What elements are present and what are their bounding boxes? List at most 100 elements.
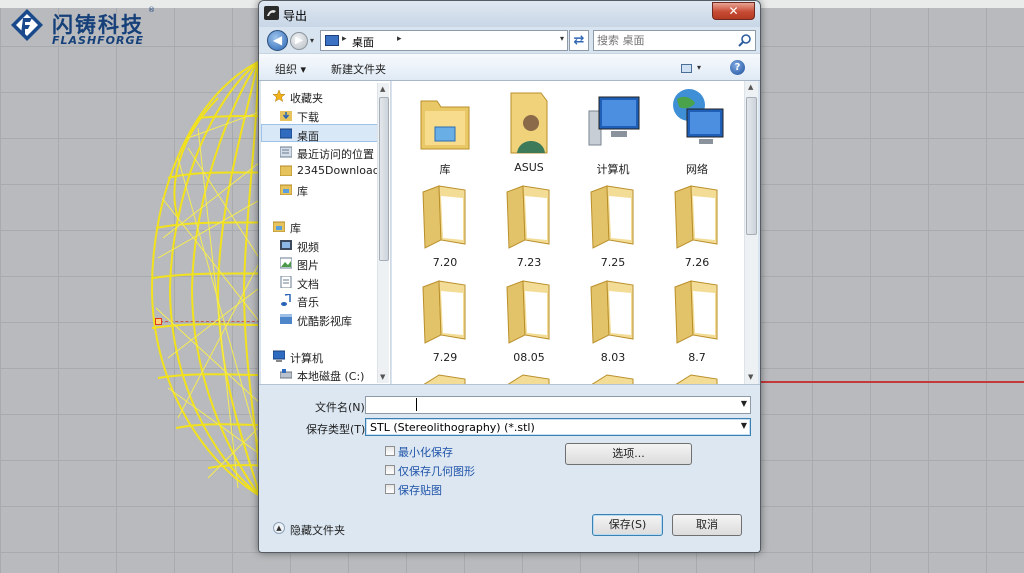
music-icon (280, 293, 292, 306)
navigation-scrollbar[interactable]: ▲ ▼ (377, 83, 389, 383)
media-library-icon (280, 313, 292, 325)
file-item-folder-8-03[interactable]: 8.03 (574, 273, 652, 368)
address-bar[interactable]: ▸ 桌面 ▸ ▾ (320, 30, 568, 51)
file-item-folder-7-25[interactable]: 7.25 (574, 178, 652, 273)
downloads-folder-icon (280, 109, 292, 121)
chevron-down-icon[interactable]: ▼ (741, 399, 747, 408)
nav-downloads[interactable]: 下载 (261, 106, 381, 124)
desktop-icon (279, 128, 293, 140)
nav-label: 图片 (297, 259, 319, 272)
file-item-label: 7.29 (432, 351, 458, 364)
forward-button[interactable]: ▶ (290, 32, 308, 50)
file-item-folder-08-05[interactable]: 08.05 (490, 273, 568, 368)
folder-icon (590, 280, 634, 344)
address-row: ◀ ▶ ▾ ▸ 桌面 ▸ ▾ ⇄ (259, 27, 760, 53)
file-item-folder-7-26[interactable]: 7.26 (658, 178, 736, 273)
refresh-button[interactable]: ⇄ (569, 30, 589, 51)
folder-icon[interactable] (669, 371, 725, 384)
filename-input[interactable] (369, 398, 729, 412)
file-item-folder-7-23[interactable]: 7.23 (490, 178, 568, 273)
nav-label: 2345Downloads (297, 164, 386, 177)
nav-pictures[interactable]: 图片 (261, 254, 381, 272)
nav-recent-places[interactable]: 最近访问的位置 (261, 143, 381, 161)
nav-library-shortcut[interactable]: 库 (261, 180, 381, 198)
breadcrumb-separator[interactable]: ▸ (342, 34, 347, 44)
scroll-up-icon[interactable]: ▲ (748, 83, 753, 91)
breadcrumb-separator[interactable]: ▸ (397, 34, 402, 44)
options-button[interactable]: 选项... (565, 443, 692, 465)
checkbox-box[interactable] (385, 484, 395, 494)
scroll-up-icon[interactable]: ▲ (380, 85, 385, 93)
nav-local-disk-c[interactable]: 本地磁盘 (C:) (261, 365, 381, 383)
scroll-thumb[interactable] (379, 97, 389, 261)
file-list-scrollbar[interactable]: ▲ ▼ (744, 81, 758, 384)
nav-computer[interactable]: 计算机 (261, 347, 381, 365)
file-item-asus[interactable]: ASUS (490, 83, 568, 178)
organize-button[interactable]: 组织 ▾ (275, 61, 306, 77)
history-dropdown-icon[interactable]: ▾ (310, 36, 314, 45)
nav-youku-library[interactable]: 优酷影视库 (261, 310, 381, 328)
file-item-folder-7-20[interactable]: 7.20 (406, 178, 484, 273)
file-list-pane: 库 ASUS 计算机 网络 7.20 7.23 7.25 7.26 7.29 0… (392, 81, 758, 384)
back-button[interactable]: ◀ (267, 30, 288, 51)
folder-icon (279, 164, 293, 177)
search-input[interactable] (597, 33, 732, 48)
checkbox-box[interactable] (385, 465, 395, 475)
export-dialog: 导出 ✕ ◀ ▶ ▾ ▸ 桌面 ▸ ▾ ⇄ 组织 ▾ 新建文件夹 ▾ ? (258, 0, 761, 553)
search-icon[interactable] (738, 33, 752, 47)
folder-icon[interactable] (417, 371, 473, 384)
nav-music[interactable]: 音乐 (261, 291, 381, 309)
folder-icon (590, 185, 634, 249)
file-item-network[interactable]: 网络 (658, 83, 736, 178)
file-item-computer[interactable]: 计算机 (574, 83, 652, 178)
nav-label: 收藏夹 (290, 92, 323, 105)
folder-icon (674, 185, 718, 249)
text-cursor (416, 398, 417, 411)
dialog-titlebar[interactable]: 导出 ✕ (259, 1, 760, 27)
chevron-down-icon[interactable]: ▼ (741, 421, 747, 430)
checkbox-box[interactable] (385, 446, 395, 456)
change-view-button[interactable]: ▾ (679, 62, 707, 76)
nav-2345downloads[interactable]: 2345Downloads (261, 161, 385, 179)
chevron-down-icon: ▾ (697, 63, 702, 72)
navigation-pane: 收藏夹 下载 桌面 最近访问的位置 2345Downloads 库 库 视频 图… (261, 81, 391, 384)
hide-folders-toggle[interactable]: ▲ 隐藏文件夹 (273, 521, 383, 537)
logo-registered-mark: ® (148, 6, 155, 14)
filetype-select[interactable]: STL (Stereolithography) (*.stl) ▼ (365, 418, 751, 436)
folder-icon (422, 185, 466, 249)
help-button[interactable]: ? (730, 60, 745, 75)
nav-videos[interactable]: 视频 (261, 236, 381, 254)
filename-combobox[interactable]: ▼ (365, 396, 751, 414)
folder-icon (674, 280, 718, 344)
close-button[interactable]: ✕ (712, 2, 755, 20)
checkbox-label: 最小化保存 (398, 446, 453, 459)
file-item-folder-8-7[interactable]: 8.7 (658, 273, 736, 368)
nav-favorites[interactable]: 收藏夹 (261, 87, 381, 105)
folder-icon[interactable] (585, 371, 641, 384)
checkbox-label: 保存贴图 (398, 484, 442, 497)
geometry-only-checkbox[interactable]: 仅保存几何图形 (385, 463, 535, 478)
file-item-library[interactable]: 库 (406, 83, 484, 178)
video-icon (280, 239, 292, 251)
save-textures-checkbox[interactable]: 保存贴图 (385, 482, 535, 497)
selected-point-marker[interactable] (155, 318, 162, 325)
nav-libraries[interactable]: 库 (261, 217, 381, 235)
search-box[interactable] (593, 30, 756, 51)
scroll-thumb[interactable] (746, 97, 757, 235)
breadcrumb-desktop[interactable]: 桌面 (352, 34, 374, 50)
minimize-save-checkbox[interactable]: 最小化保存 (385, 444, 535, 459)
scroll-down-icon[interactable]: ▼ (748, 373, 753, 381)
logo-english-text: FLASHFORGE (52, 34, 145, 47)
folder-icon[interactable] (501, 371, 557, 384)
chevron-up-icon[interactable]: ▲ (273, 522, 285, 534)
address-dropdown-icon[interactable]: ▾ (560, 34, 564, 43)
nav-desktop[interactable]: 桌面 (261, 124, 381, 143)
file-item-label: 7.26 (684, 256, 710, 269)
scroll-down-icon[interactable]: ▼ (380, 373, 385, 381)
file-item-folder-7-29[interactable]: 7.29 (406, 273, 484, 368)
cancel-button[interactable]: 取消 (672, 514, 742, 536)
nav-label: 库 (297, 185, 308, 198)
new-folder-button[interactable]: 新建文件夹 (331, 61, 386, 77)
nav-documents[interactable]: 文档 (261, 273, 381, 291)
save-button[interactable]: 保存(S) (592, 514, 663, 536)
